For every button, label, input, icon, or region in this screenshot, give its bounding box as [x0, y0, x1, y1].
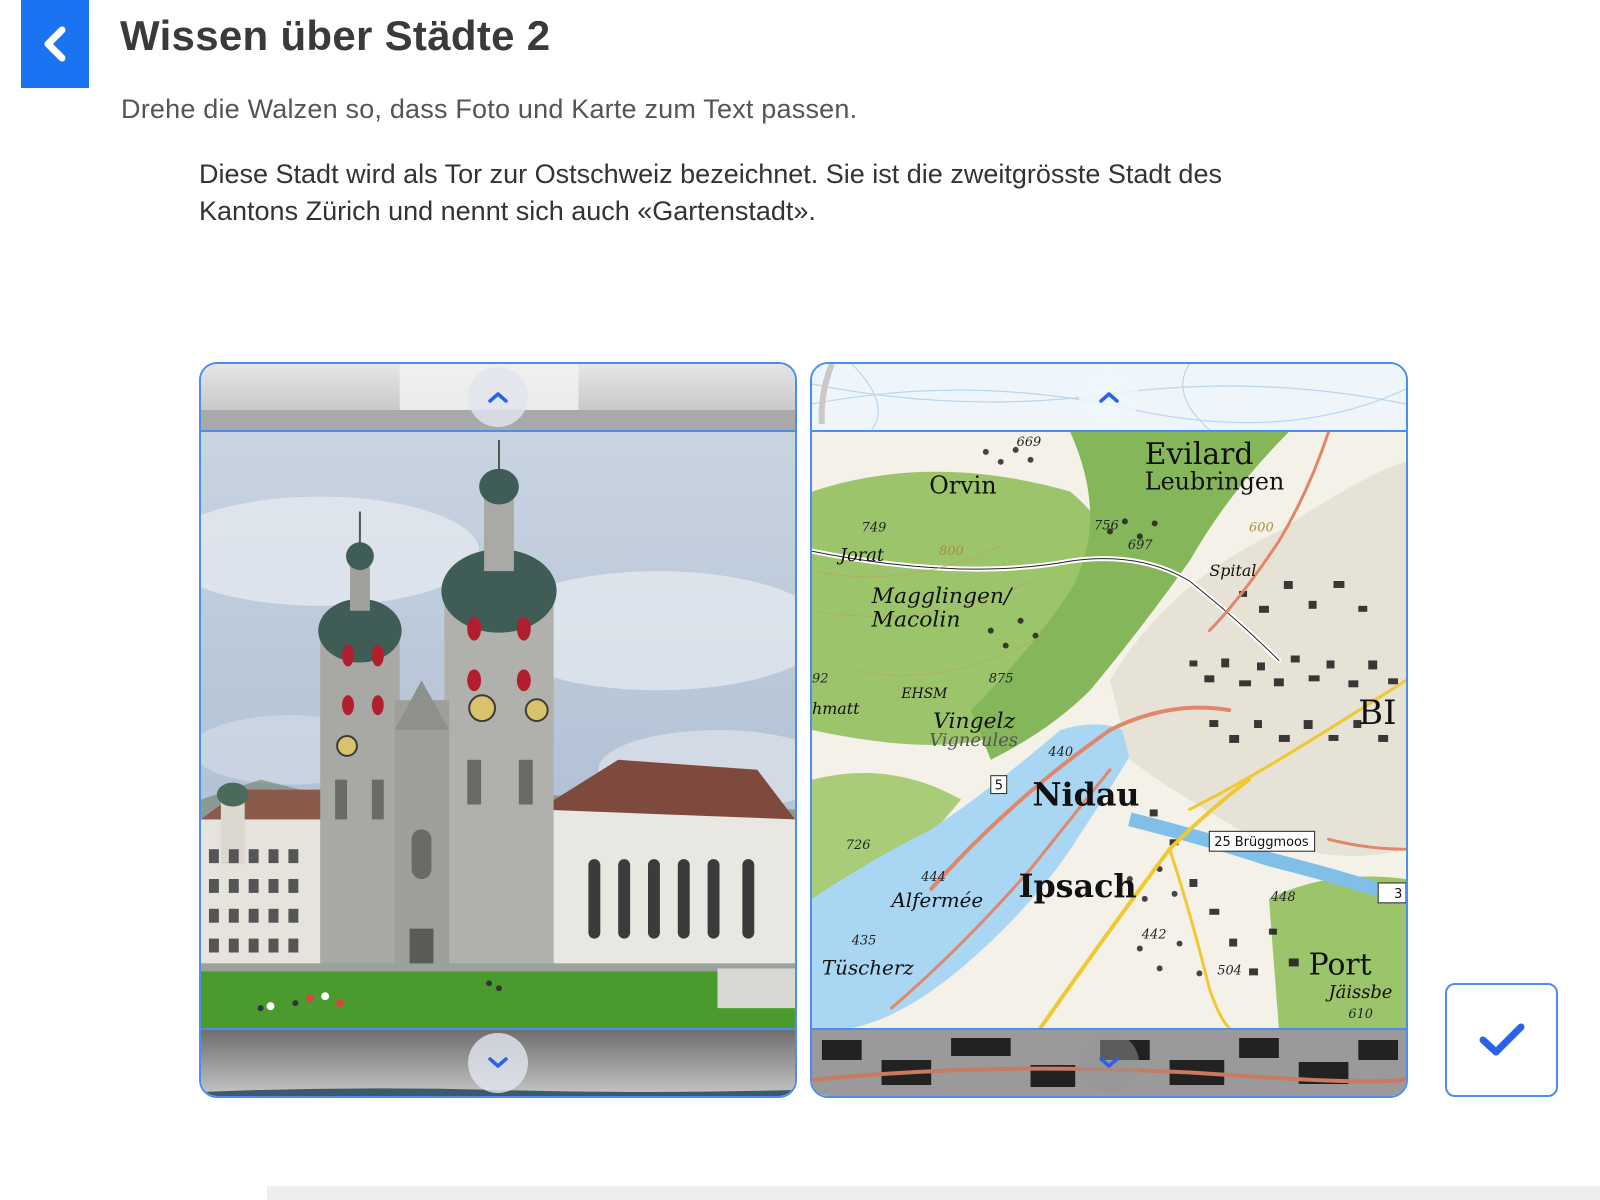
bottom-divider: [267, 1186, 1600, 1200]
elevation-442: 442: [1141, 928, 1167, 943]
chevron-up-icon: [1099, 392, 1119, 403]
elevation-669: 669: [1017, 435, 1042, 450]
elevation-756: 756: [1094, 518, 1119, 533]
chevron-down-icon: [488, 1057, 508, 1068]
elevation-875: 875: [989, 671, 1014, 686]
map-label-orvin: Orvin: [929, 472, 996, 500]
chevron-left-icon: [44, 26, 66, 62]
map-sign-exit-3: 3: [1394, 887, 1402, 902]
photo-reel-up-button[interactable]: [468, 367, 528, 427]
contour-800: 800: [939, 544, 964, 559]
map-label-bi: BI: [1358, 693, 1396, 732]
back-button[interactable]: [21, 0, 89, 88]
topographic-map: Evilard Leubringen Orvin Jorat Magglinge…: [812, 430, 1406, 1030]
photo-reel[interactable]: [199, 362, 797, 1098]
map-label-macolin: Macolin: [871, 608, 961, 633]
elevation-444: 444: [920, 870, 946, 885]
map-label-vigneules: Vigneules: [929, 730, 1018, 751]
question-text: Diese Stadt wird als Tor zur Ostschweiz …: [199, 159, 1222, 226]
map-label-jaissberg: Jäissbe: [1326, 982, 1393, 1003]
page-title: Wissen über Städte 2: [120, 12, 551, 59]
map-reel-down-button[interactable]: [1079, 1033, 1139, 1093]
map-label-magglingen: Magglingen/: [871, 584, 1014, 609]
elevation-440: 440: [1047, 745, 1073, 760]
checkmark-icon: [1479, 1023, 1524, 1056]
map-label-port: Port: [1309, 947, 1372, 982]
elevation-697: 697: [1128, 538, 1153, 553]
map-reel[interactable]: Evilard Leubringen Orvin Jorat Magglinge…: [810, 362, 1408, 1098]
contour-600: 600: [1249, 520, 1274, 535]
instruction-text: Drehe die Walzen so, dass Foto und Karte…: [121, 94, 858, 124]
map-sign-bruggmoos: 25 Brüggmoos: [1214, 835, 1309, 850]
map-label-leubringen: Leubringen: [1145, 468, 1285, 496]
map-label-ipsach: Ipsach: [1019, 868, 1137, 905]
check-answer-button[interactable]: [1445, 983, 1558, 1097]
map-label-hmatt: hmatt: [812, 699, 860, 718]
map-reel-up-button[interactable]: [1079, 367, 1139, 427]
elevation-448: 448: [1270, 890, 1296, 905]
map-label-nidau: Nidau: [1033, 776, 1140, 813]
elevation-610: 610: [1348, 1007, 1373, 1022]
elevation-504: 504: [1217, 963, 1242, 978]
elevation-435: 435: [851, 934, 877, 949]
elevation-726: 726: [846, 838, 871, 853]
map-label-alfermee: Alfermée: [889, 889, 983, 912]
map-label-evilard: Evilard: [1145, 437, 1254, 472]
elevation-92: 92: [812, 671, 828, 686]
map-label-ehsm: EHSM: [900, 686, 948, 702]
map-label-spital: Spital: [1209, 561, 1256, 580]
map-label-tuscherz: Tüscherz: [822, 956, 914, 979]
photo-reel-down-button[interactable]: [468, 1033, 528, 1093]
elevation-749: 749: [862, 520, 887, 535]
chevron-up-icon: [488, 392, 508, 403]
chevron-down-icon: [1099, 1057, 1119, 1068]
cathedral-photo: [201, 430, 795, 1030]
map-sign-road-5: 5: [995, 779, 1003, 794]
map-label-jorat: Jorat: [837, 545, 885, 566]
